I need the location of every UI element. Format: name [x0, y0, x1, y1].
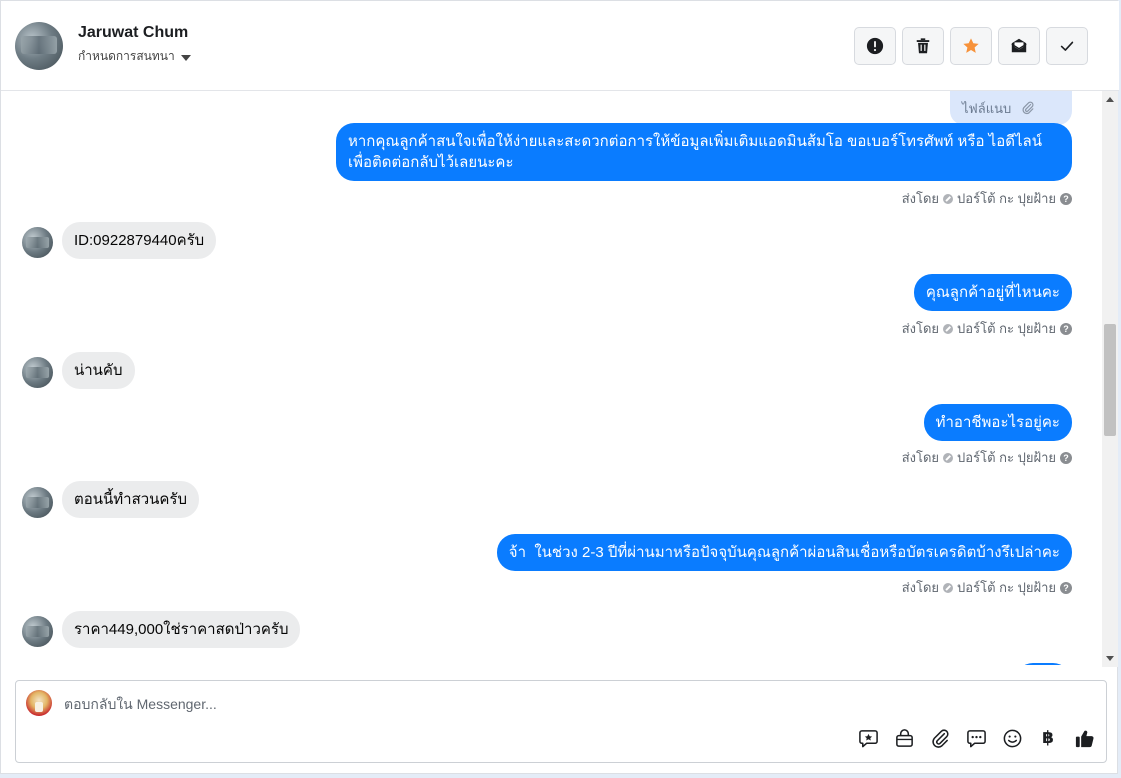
scroll-up-arrow-icon[interactable] — [1106, 97, 1114, 102]
outgoing-message[interactable]: ทำอาชีพอะไรอยู่คะ — [923, 404, 1072, 441]
incoming-message[interactable]: ID:0922879440ครับ — [62, 222, 217, 259]
message-text: ทำอาชีพอะไรอยู่คะ — [935, 414, 1060, 431]
reply-composer: ฿ — [15, 680, 1107, 763]
saved-replies-icon — [966, 729, 986, 747]
verified-icon — [943, 452, 954, 463]
message-text: น่านคับ — [74, 362, 123, 379]
outgoing-message[interactable]: หากคุณลูกค้าสนใจเพื่อให้ง่ายและสะดวกต่อก… — [336, 123, 1072, 181]
message-text-line: หากคุณลูกค้าสนใจเพื่อให้ง่ายและสะดวกต่อก… — [348, 133, 1042, 150]
payment-button[interactable]: ฿ — [1037, 727, 1059, 749]
conversation-header: Jaruwat Chum กำหนดการสนทนา — [1, 1, 1119, 91]
sent-by-label: ส่งโดย — [901, 450, 940, 465]
sender-name: ปอร์โต้ กะ ปุยฝ้าย — [957, 450, 1056, 465]
delete-button[interactable] — [902, 27, 944, 65]
trash-icon — [916, 38, 930, 54]
conversation-window: Jaruwat Chum กำหนดการสนทนา ไฟล์แนบ หากคุ… — [0, 0, 1119, 774]
shop-button[interactable] — [893, 727, 915, 749]
emoji-button[interactable] — [1001, 727, 1023, 749]
outgoing-message[interactable]: จ้า ในช่วง 2-3 ปีที่ผ่านมาหรือปัจจุบันคุ… — [496, 534, 1072, 571]
attachment-label: ไฟล์แนบ — [962, 100, 1012, 116]
check-icon — [1060, 41, 1074, 51]
envelope-icon — [1011, 38, 1027, 53]
attachment-chip[interactable]: ไฟล์แนบ — [950, 91, 1072, 125]
outgoing-message-partial[interactable] — [1015, 663, 1071, 665]
incoming-message[interactable]: ตอนนี้ทำสวนครับ — [62, 481, 200, 518]
emoji-icon — [1003, 729, 1021, 747]
scroll-thumb[interactable] — [1104, 324, 1116, 436]
star-icon — [963, 38, 979, 53]
like-button[interactable] — [1073, 727, 1095, 749]
page-avatar — [26, 690, 52, 716]
incoming-message[interactable]: ราคา449,000ใช่ราคาสดป่าวครับ — [62, 611, 301, 648]
contact-avatar-small — [22, 227, 53, 258]
assign-conversation-dropdown[interactable]: กำหนดการสนทนา — [78, 47, 191, 66]
verified-icon — [943, 582, 954, 593]
message-thread: ไฟล์แนบ หากคุณลูกค้าสนใจเพื่อให้ง่ายและส… — [1, 91, 1101, 665]
sent-by-meta: ส่งโดย ปอร์โต้ กะ ปุยฝ้าย ? — [902, 577, 1072, 598]
message-text: ตอนนี้ทำสวนครับ — [74, 491, 188, 508]
mark-spam-button[interactable] — [854, 27, 896, 65]
incoming-message[interactable]: น่านคับ — [62, 352, 135, 389]
mark-unread-button[interactable] — [998, 27, 1040, 65]
message-text-line: เพื่อติดต่อกลับไว้เลยนะคะ — [348, 154, 514, 171]
composer-toolbar: ฿ — [857, 727, 1095, 749]
assign-conversation-label: กำหนดการสนทนา — [78, 49, 175, 63]
thumbs-up-icon — [1075, 730, 1094, 747]
sender-name: ปอร์โต้ กะ ปุยฝ้าย — [957, 321, 1056, 336]
attach-file-button[interactable] — [929, 727, 951, 749]
sticker-button[interactable] — [857, 727, 879, 749]
sent-by-meta: ส่งโดย ปอร์โต้ กะ ปุยฝ้าย ? — [902, 188, 1072, 209]
help-icon[interactable]: ? — [1060, 581, 1072, 594]
contact-avatar-small — [22, 357, 53, 388]
paperclip-icon — [931, 728, 949, 748]
mark-done-button[interactable] — [1046, 27, 1088, 65]
header-actions — [854, 27, 1088, 65]
message-text: ID:0922879440ครับ — [74, 232, 205, 249]
message-text: จ้า ในช่วง 2-3 ปีที่ผ่านมาหรือปัจจุบันคุ… — [508, 544, 1060, 561]
sent-by-label: ส่งโดย — [901, 321, 940, 336]
contact-avatar[interactable] — [15, 22, 63, 70]
message-text: ราคา449,000ใช่ราคาสดป่าวครับ — [74, 621, 289, 638]
verified-icon — [943, 323, 954, 334]
reply-input[interactable] — [64, 693, 1064, 715]
sent-by-meta: ส่งโดย ปอร์โต้ กะ ปุยฝ้าย ? — [902, 318, 1072, 339]
star-button[interactable] — [950, 27, 992, 65]
baht-icon: ฿ — [1042, 728, 1054, 748]
shop-bag-icon — [895, 728, 913, 747]
sent-by-meta: ส่งโดย ปอร์โต้ กะ ปุยฝ้าย ? — [902, 447, 1072, 468]
help-icon[interactable]: ? — [1060, 192, 1072, 205]
sent-by-label: ส่งโดย — [901, 191, 940, 206]
outgoing-message[interactable]: คุณลูกค้าอยู่ที่ไหนคะ — [913, 274, 1072, 311]
sender-name: ปอร์โต้ กะ ปุยฝ้าย — [957, 191, 1056, 206]
scroll-down-arrow-icon[interactable] — [1106, 656, 1114, 661]
thread-scrollbar[interactable] — [1102, 91, 1118, 667]
contact-avatar-small — [22, 487, 53, 518]
sender-name: ปอร์โต้ กะ ปุยฝ้าย — [957, 580, 1056, 595]
saved-replies-button[interactable] — [965, 727, 987, 749]
paperclip-icon — [1022, 101, 1034, 115]
help-icon[interactable]: ? — [1060, 451, 1072, 464]
exclamation-icon — [866, 37, 884, 55]
message-sticker-icon — [858, 729, 878, 747]
sent-by-label: ส่งโดย — [901, 580, 940, 595]
verified-icon — [943, 193, 954, 204]
contact-name[interactable]: Jaruwat Chum — [78, 24, 188, 42]
message-text: คุณลูกค้าอยู่ที่ไหนคะ — [925, 284, 1060, 301]
help-icon[interactable]: ? — [1060, 322, 1072, 335]
caret-down-icon — [180, 54, 191, 61]
contact-avatar-small — [22, 616, 53, 647]
